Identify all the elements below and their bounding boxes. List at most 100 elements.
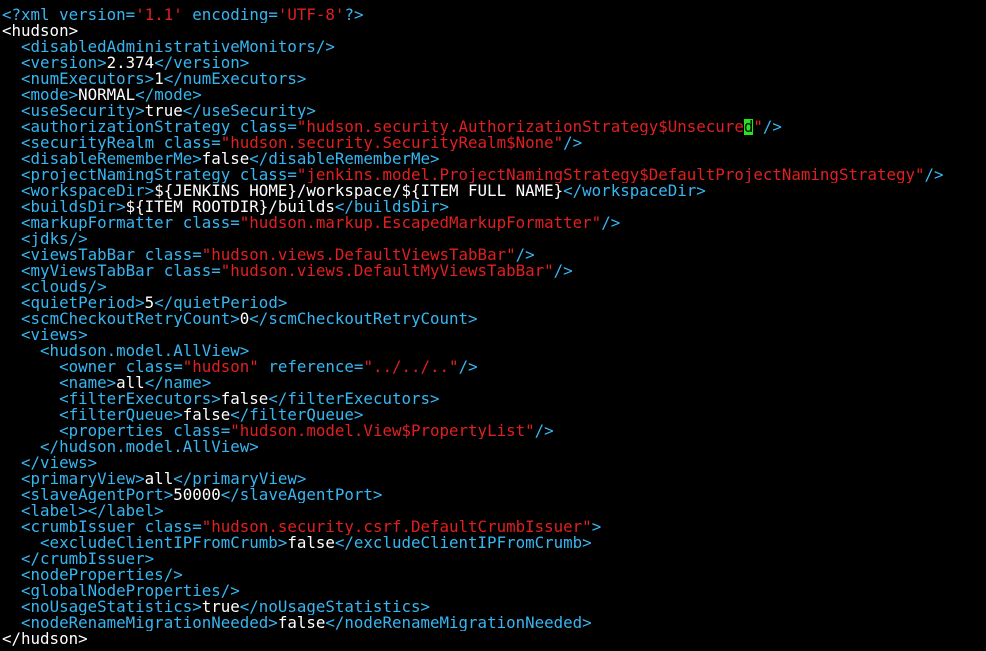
code-token: </name> xyxy=(144,375,212,391)
text-cursor: d xyxy=(743,119,754,135)
code-token: </disableRememberMe> xyxy=(249,151,440,167)
code-line: </hudson> xyxy=(0,631,986,647)
code-token: <myViewsTabBar xyxy=(21,263,155,279)
code-line: <buildsDir>${ITEM_ROOTDIR}/builds</build… xyxy=(0,199,986,215)
code-token: <crumbIssuer xyxy=(21,519,136,535)
code-token: version= xyxy=(49,7,136,23)
code-line: </crumbIssuer> xyxy=(0,551,986,567)
code-line: <globalNodeProperties/> xyxy=(0,583,986,599)
code-token: </buildsDir> xyxy=(334,199,450,215)
code-line: <workspaceDir>${JENKINS_HOME}/workspace/… xyxy=(0,183,986,199)
code-token: 50000 xyxy=(173,487,221,503)
code-token: ?> xyxy=(344,7,364,23)
code-token: <filterQueue> xyxy=(59,407,183,423)
code-line: <disabledAdministrativeMonitors/> xyxy=(0,39,986,55)
code-line: <version>2.374</version> xyxy=(0,55,986,71)
code-token: <scmCheckoutRetryCount> xyxy=(21,311,240,327)
code-line: <hudson.model.AllView> xyxy=(0,343,986,359)
code-token: </hudson> xyxy=(2,631,88,647)
code-token: <mode> xyxy=(21,87,79,103)
code-token: all xyxy=(116,375,145,391)
code-token: </noUsageStatistics> xyxy=(239,599,430,615)
code-token: <? xyxy=(2,7,22,23)
code-token: </mode> xyxy=(135,87,202,103)
code-line: <filterQueue>false</filterQueue> xyxy=(0,407,986,423)
code-token: </workspaceDir> xyxy=(563,183,706,199)
code-token: </numExecutors> xyxy=(163,71,307,87)
code-line: <primaryView>all</primaryView> xyxy=(0,471,986,487)
code-token: <primaryView> xyxy=(21,471,145,487)
code-token: encoding= xyxy=(182,7,278,23)
code-token: </crumbIssuer> xyxy=(21,551,155,567)
code-token: NORMAL xyxy=(78,87,136,103)
code-line: <useSecurity>true</useSecurity> xyxy=(0,103,986,119)
code-token: /> xyxy=(601,215,621,231)
code-token: <owner xyxy=(59,359,117,375)
code-line: <?xml version='1.1' encoding='UTF-8'?> xyxy=(0,7,986,23)
code-token: <securityRealm xyxy=(21,135,155,151)
code-token: </excludeClientIPFromCrumb> xyxy=(334,535,592,551)
code-token: 1 xyxy=(154,71,164,87)
code-token: <disabledAdministrativeMonitors/> xyxy=(21,39,335,55)
code-token: true xyxy=(201,599,240,615)
code-token: /> xyxy=(458,359,478,375)
code-token: false xyxy=(277,615,326,631)
code-token: "../../.." xyxy=(363,359,459,375)
code-token: <quietPeriod> xyxy=(21,295,145,311)
code-token: </filterQueue> xyxy=(230,407,364,423)
code-line: <clouds/> xyxy=(0,279,986,295)
code-line: <disableRememberMe>false</disableRemembe… xyxy=(0,151,986,167)
code-token: reference= xyxy=(258,359,364,375)
code-token: false xyxy=(220,391,269,407)
code-token: all xyxy=(144,471,174,487)
code-token: </views> xyxy=(21,455,98,471)
code-line: </hudson.model.AllView> xyxy=(0,439,986,455)
code-token: " xyxy=(753,119,763,135)
code-token: /> xyxy=(563,135,583,151)
code-token: <projectNamingStrategy xyxy=(21,167,231,183)
code-token: true xyxy=(144,103,183,119)
code-token: </hudson.model.AllView> xyxy=(40,439,259,455)
code-token: "jenkins.model.ProjectNamingStrategy$Def… xyxy=(296,167,925,183)
code-token: <excludeClientIPFromCrumb> xyxy=(40,535,288,551)
code-token: <hudson.model.AllView> xyxy=(40,343,250,359)
code-token: class= xyxy=(154,263,221,279)
code-line: <nodeRenameMigrationNeeded>false</nodeRe… xyxy=(0,615,986,631)
code-line: <label></label> xyxy=(0,503,986,519)
code-token: <label></label> xyxy=(21,503,164,519)
code-token: <disableRememberMe> xyxy=(21,151,202,167)
code-line: <authorizationStrategy class="hudson.sec… xyxy=(0,119,986,135)
code-token: </version> xyxy=(154,55,250,71)
code-token: /> xyxy=(762,119,782,135)
code-line: <projectNamingStrategy class="jenkins.mo… xyxy=(0,167,986,183)
code-token: <filterExecutors> xyxy=(59,391,221,407)
code-token: false xyxy=(182,407,231,423)
code-token: 2.374 xyxy=(106,55,155,71)
code-token: /> xyxy=(534,423,554,439)
code-line: <scmCheckoutRetryCount>0</scmCheckoutRet… xyxy=(0,311,986,327)
code-token: xml xyxy=(21,7,50,23)
terminal-editor[interactable]: <?xml version='1.1' encoding='UTF-8'?> <h… xyxy=(0,0,986,651)
code-line: <slaveAgentPort>50000</slaveAgentPort> xyxy=(0,487,986,503)
code-token: /> xyxy=(924,167,944,183)
code-token: <markupFormatter xyxy=(21,215,174,231)
code-token: <workspaceDir> xyxy=(21,183,155,199)
code-token: <useSecurity> xyxy=(21,103,145,119)
code-token: false xyxy=(201,151,250,167)
code-token: <properties xyxy=(59,423,164,439)
